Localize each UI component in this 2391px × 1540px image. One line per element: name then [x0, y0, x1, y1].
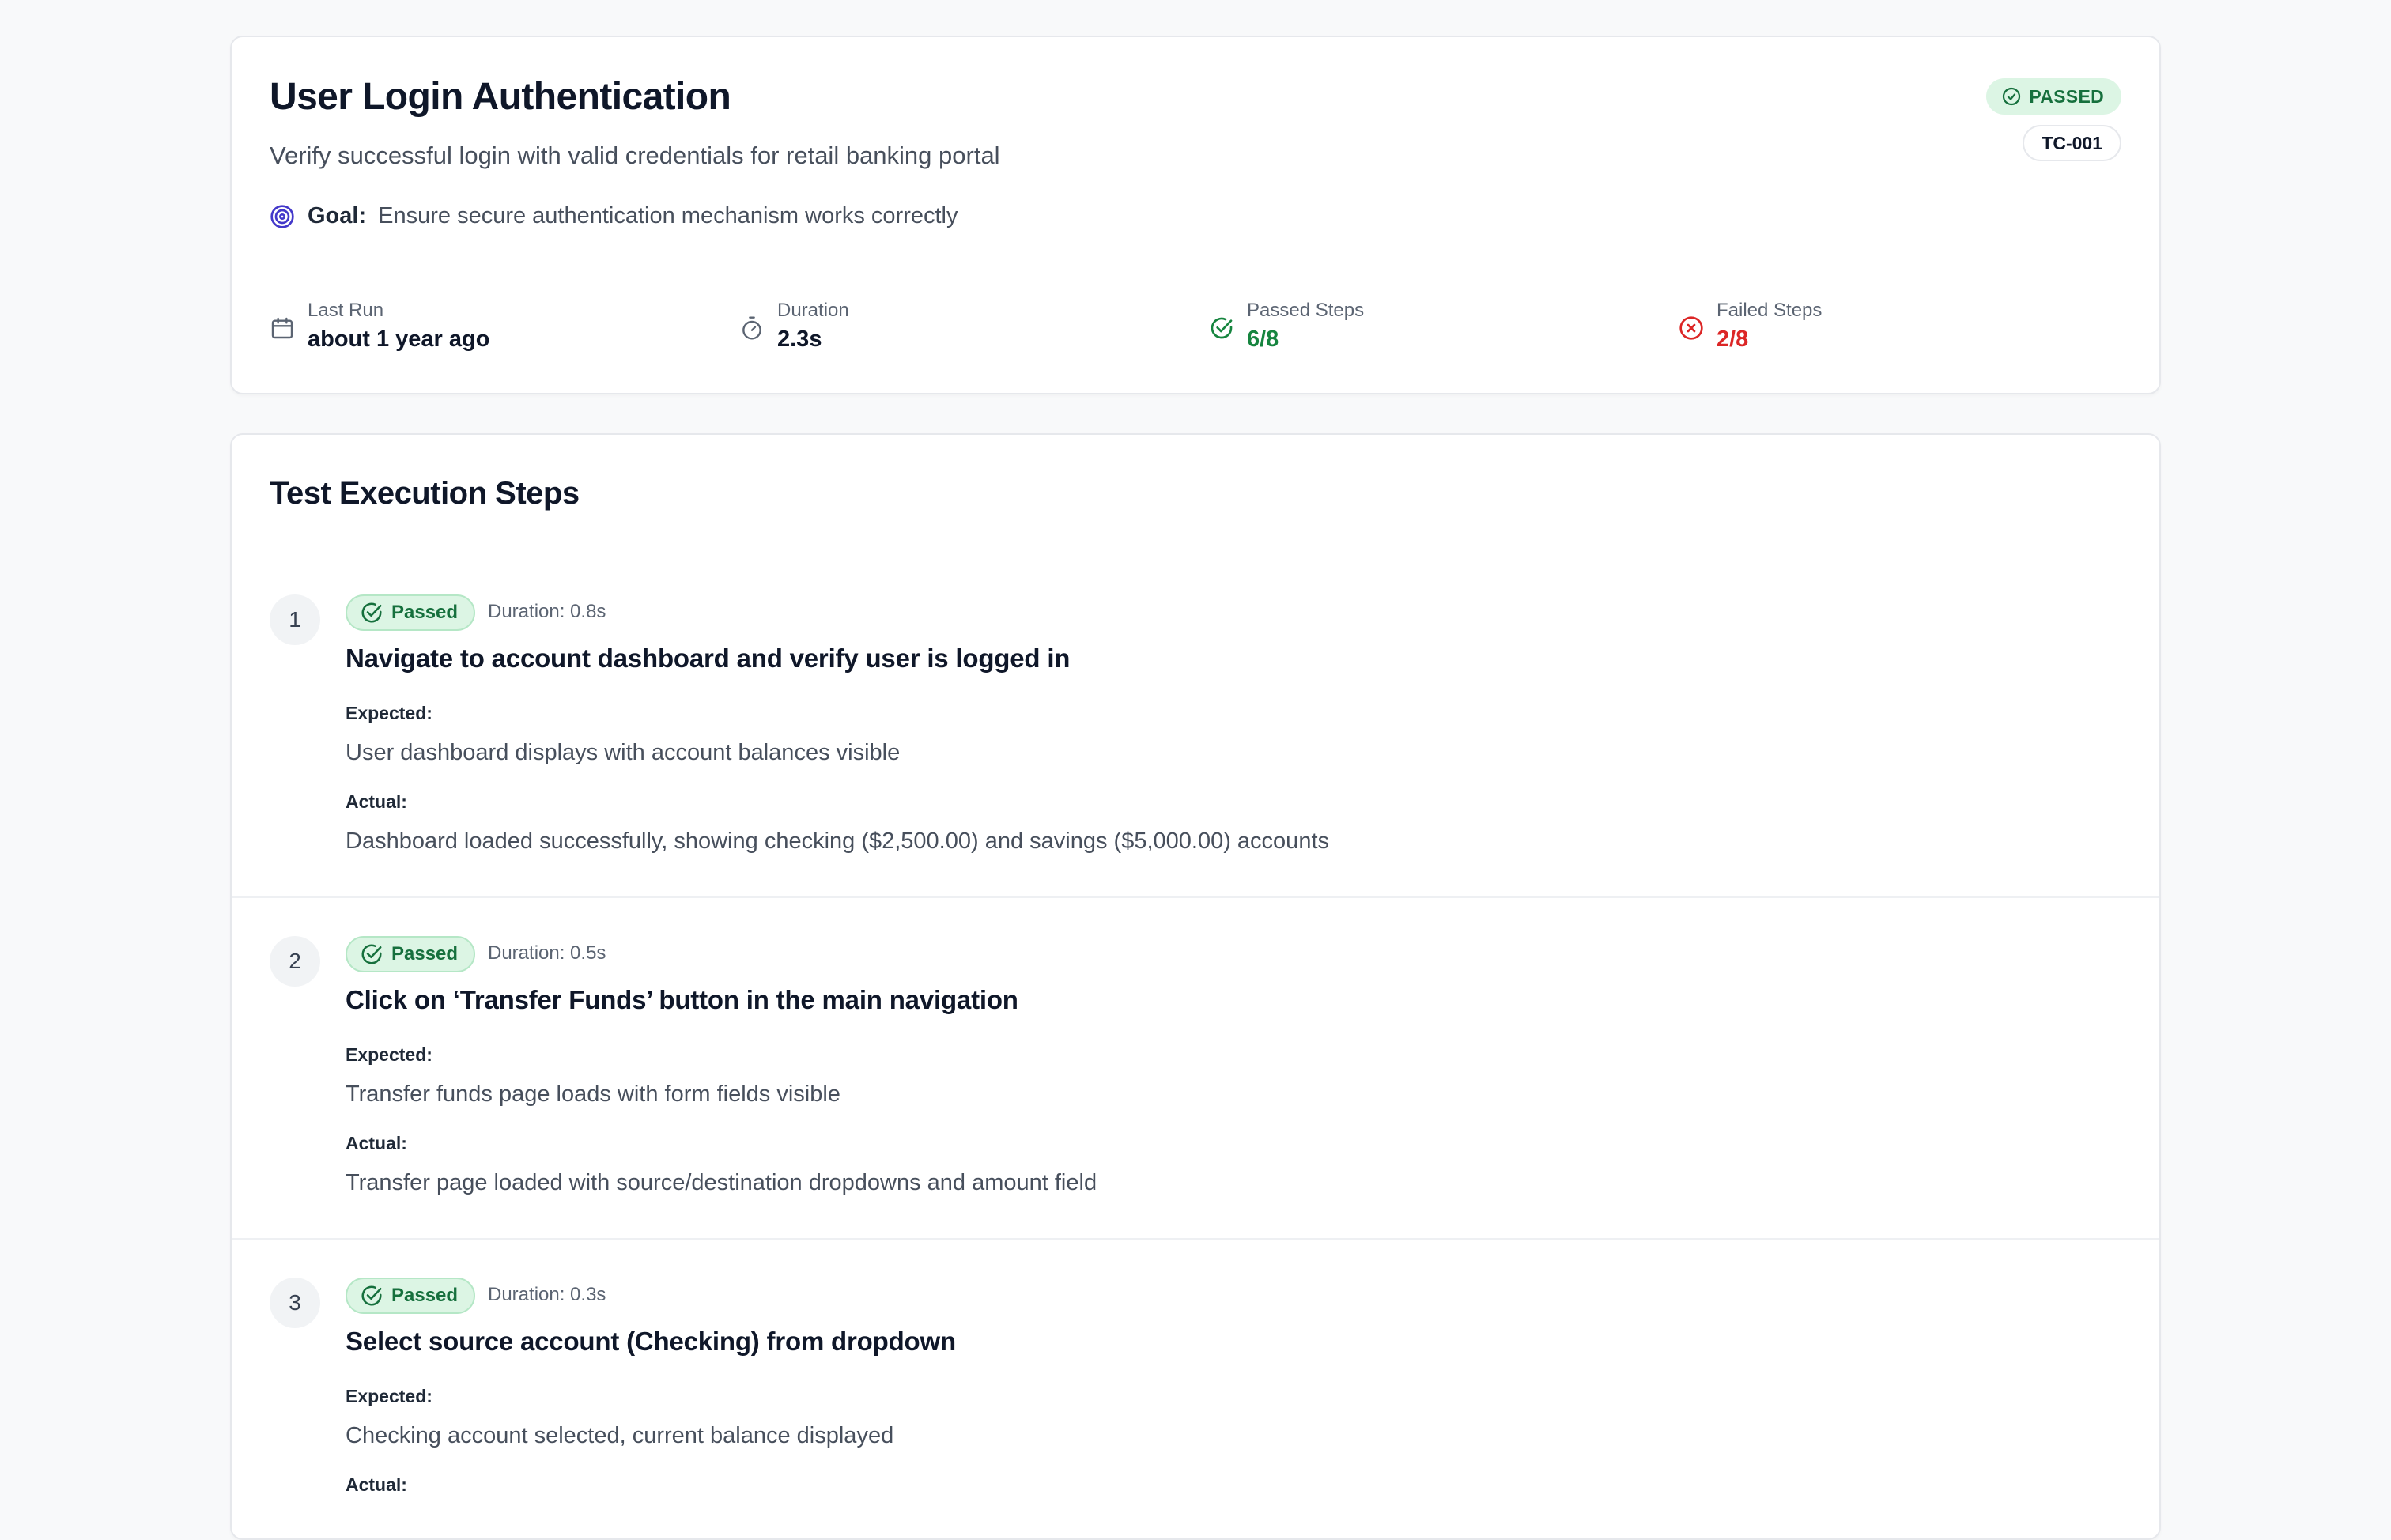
- check-circle-icon: [361, 944, 382, 964]
- actual-label: Actual:: [346, 1133, 407, 1153]
- status-badge-label: PASSED: [2029, 85, 2104, 107]
- test-step: 3 Passed Duration: 0.3s Select source ac…: [232, 1240, 2159, 1538]
- goal-text: Ensure secure authentication mechanism w…: [378, 203, 958, 228]
- expected-result: Transfer funds page loads with form fiel…: [346, 1081, 840, 1107]
- goal-row: Goal: Ensure secure authentication mecha…: [270, 203, 958, 229]
- stat-label: Last Run: [308, 300, 384, 321]
- test-steps-card: Test Execution Steps 1 Passed Duration: …: [230, 433, 2161, 1540]
- actual-result: Dashboard loaded successfully, showing c…: [346, 829, 1329, 854]
- status-badge: PASSED: [1986, 78, 2121, 115]
- actual-label: Actual:: [346, 1474, 407, 1495]
- expected-result: User dashboard displays with account bal…: [346, 740, 901, 765]
- step-title: Click on ‘Transfer Funds’ button in the …: [346, 985, 1018, 1014]
- check-circle-icon: [1211, 317, 1233, 339]
- check-circle-icon: [361, 1285, 382, 1306]
- stat-value: 2.3s: [777, 326, 822, 352]
- page-title: User Login Authentication: [270, 76, 731, 118]
- expected-result: Checking account selected, current balan…: [346, 1423, 894, 1448]
- step-status-badge: Passed: [346, 1278, 476, 1314]
- check-circle-icon: [2003, 87, 2021, 106]
- actual-label: Actual:: [346, 791, 407, 812]
- test-case-header-card: User Login Authentication Verify success…: [230, 36, 2161, 394]
- goal-label: Goal:: [308, 203, 367, 228]
- check-circle-icon: [361, 602, 382, 623]
- actual-result: Transfer page loaded with source/destina…: [346, 1170, 1097, 1195]
- step-status-label: Passed: [391, 1285, 459, 1306]
- x-circle-icon: [1679, 316, 1703, 340]
- step-status-badge: Passed: [346, 594, 476, 631]
- stat-label: Passed Steps: [1247, 300, 1365, 321]
- step-duration: Duration: 0.5s: [488, 942, 606, 964]
- target-icon: [270, 204, 294, 228]
- stat-passed-steps: Passed Steps 6/8: [1209, 298, 1364, 355]
- step-title: Select source account (Checking) from dr…: [346, 1327, 956, 1356]
- stat-last-run: Last Run about 1 year ago: [270, 298, 489, 355]
- test-step: 2 Passed Duration: 0.5s Click on ‘Transf…: [232, 898, 2159, 1240]
- test-case-id-badge: TC-001: [2023, 125, 2121, 161]
- stat-label: Duration: [777, 300, 849, 321]
- step-number: 2: [270, 936, 320, 987]
- stat-value: 2/8: [1717, 326, 1749, 352]
- stat-value: 6/8: [1247, 326, 1279, 352]
- step-number: 3: [270, 1278, 320, 1328]
- stat-failed-steps: Failed Steps 2/8: [1679, 298, 1822, 355]
- expected-label: Expected:: [346, 703, 432, 723]
- step-duration: Duration: 0.3s: [488, 1284, 606, 1305]
- stats-row: Last Run about 1 year ago Duration 2.3s …: [270, 298, 2121, 361]
- step-status-label: Passed: [391, 602, 459, 623]
- stat-label: Failed Steps: [1717, 300, 1823, 321]
- test-case-description: Verify successful login with valid crede…: [270, 142, 1000, 169]
- expected-label: Expected:: [346, 1044, 432, 1065]
- expected-label: Expected:: [346, 1386, 432, 1406]
- step-status-badge: Passed: [346, 936, 476, 972]
- step-number: 1: [270, 594, 320, 645]
- test-step: 1 Passed Duration: 0.8s Navigate to acco…: [232, 557, 2159, 898]
- stat-value: about 1 year ago: [308, 326, 490, 352]
- steps-section-title: Test Execution Steps: [270, 476, 580, 511]
- step-status-label: Passed: [391, 943, 459, 964]
- calendar-icon: [271, 317, 293, 339]
- stat-duration: Duration 2.3s: [739, 298, 849, 355]
- step-title: Navigate to account dashboard and verify…: [346, 644, 1071, 673]
- timer-icon: [742, 316, 761, 340]
- step-duration: Duration: 0.8s: [488, 601, 606, 622]
